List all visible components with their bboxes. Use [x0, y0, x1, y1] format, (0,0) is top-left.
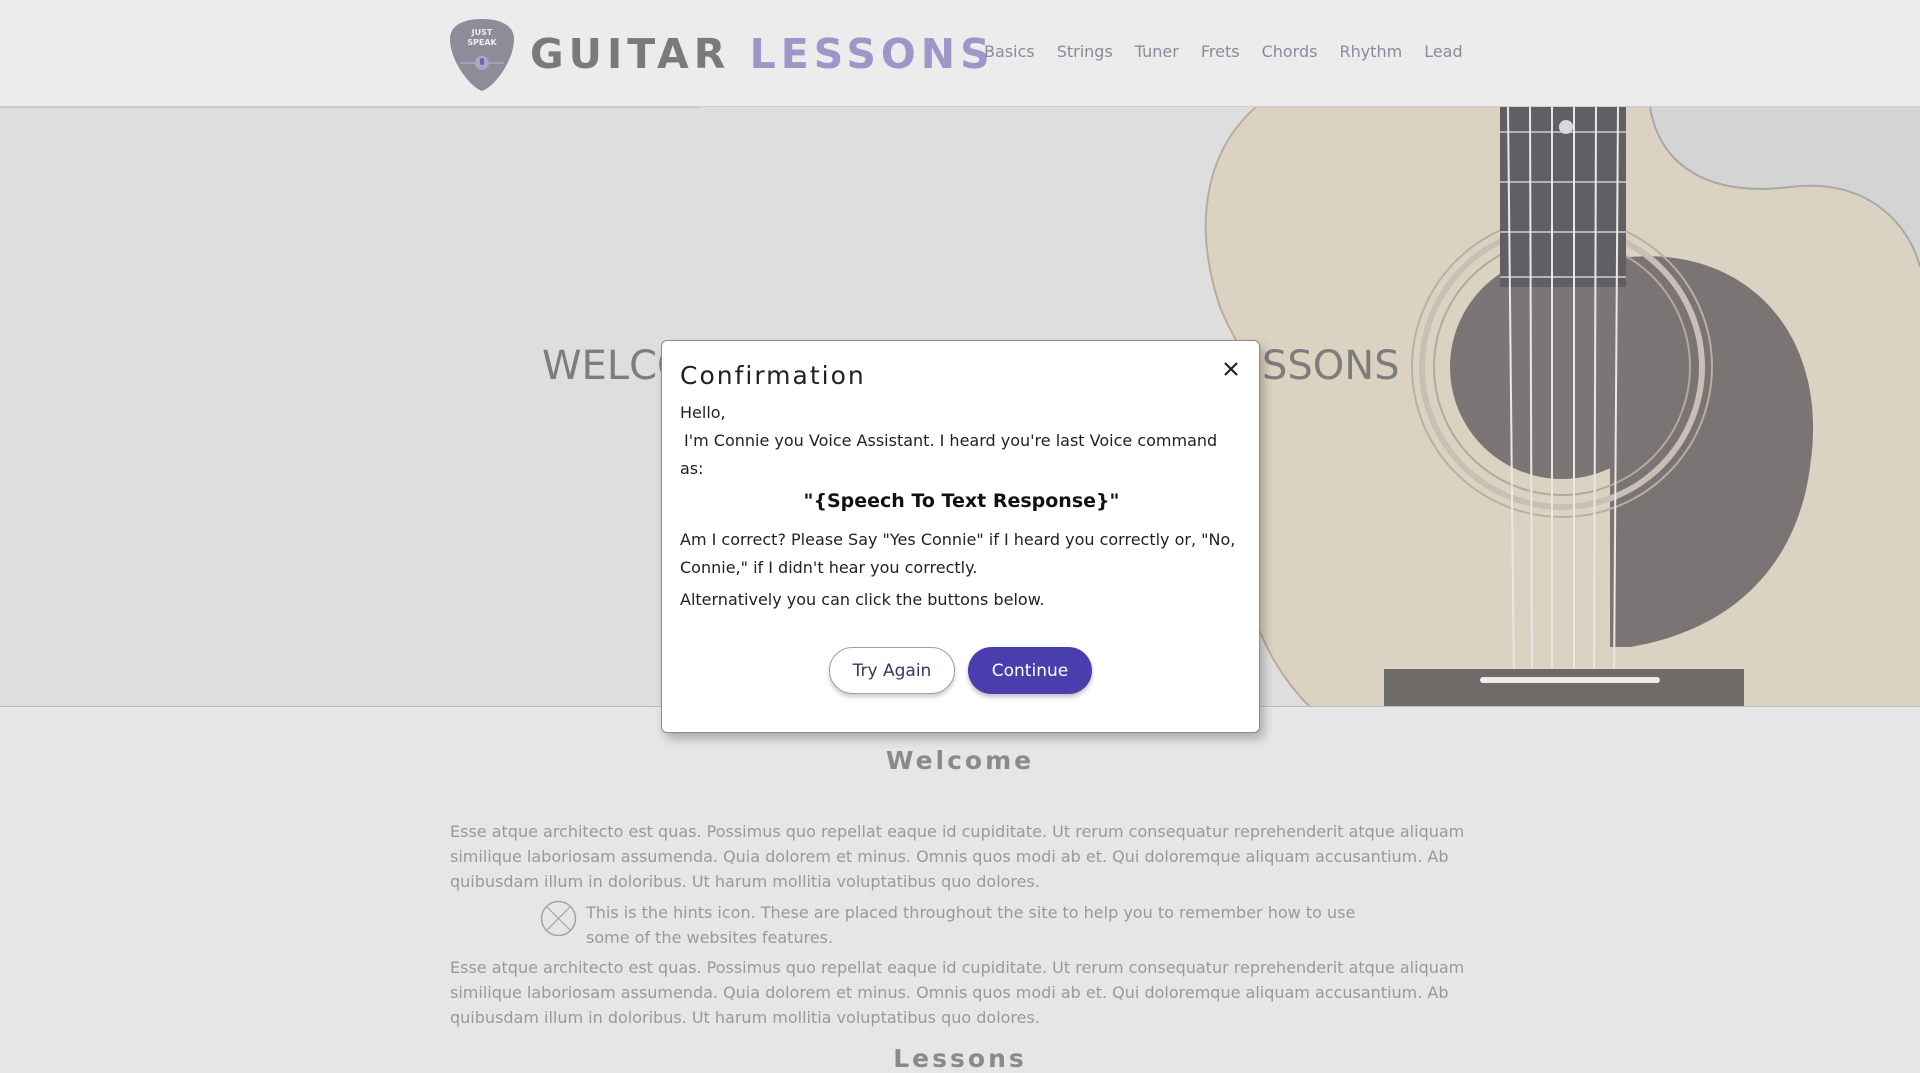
continue-button[interactable]: Continue — [968, 647, 1092, 694]
nav-chords[interactable]: Chords — [1262, 42, 1318, 61]
guitar-image — [1204, 107, 1920, 706]
close-icon[interactable] — [1217, 355, 1245, 383]
brand-part-guitar: GUITAR — [530, 30, 731, 78]
hero-divider — [0, 107, 702, 108]
guitar-pick-logo[interactable]: JUST SPEAK — [448, 17, 516, 93]
hint-text: This is the hints icon. These are placed… — [586, 903, 1356, 947]
lessons-heading: Lessons — [893, 1044, 1027, 1073]
nav-lead[interactable]: Lead — [1424, 42, 1462, 61]
nav-strings[interactable]: Strings — [1057, 42, 1113, 61]
brand-part-lessons: LESSONS — [749, 30, 995, 78]
welcome-section: Welcome Esse atque architecto est quas. … — [0, 708, 1920, 1073]
hint-icon[interactable] — [540, 900, 577, 937]
speech-response: "{Speech To Text Response}" — [803, 490, 1120, 512]
brand-title[interactable]: GUITAR LESSONS — [530, 30, 995, 78]
site-header: JUST SPEAK GUITAR LESSONS Basics Strings… — [0, 0, 1920, 107]
nav-frets[interactable]: Frets — [1201, 42, 1240, 61]
logo-text-line2: SPEAK — [467, 38, 497, 47]
dialog-title: Confirmation — [680, 361, 866, 390]
confirmation-dialog: Confirmation Hello, I'm Connie you Voice… — [661, 340, 1260, 733]
dialog-intro: I'm Connie you Voice Assistant. I heard … — [680, 431, 1218, 478]
try-again-button[interactable]: Try Again — [829, 647, 955, 694]
welcome-heading: Welcome — [885, 746, 1035, 775]
welcome-paragraph-1: Esse atque architecto est quas. Possimus… — [450, 822, 1465, 891]
main-nav: Basics Strings Tuner Frets Chords Rhythm… — [984, 42, 1463, 61]
hero-title-right: SSONS — [1262, 343, 1400, 389]
nav-tuner[interactable]: Tuner — [1135, 42, 1179, 61]
dialog-alternative: Alternatively you can click the buttons … — [680, 590, 1045, 609]
nav-basics[interactable]: Basics — [984, 42, 1035, 61]
welcome-paragraph-2: Esse atque architecto est quas. Possimus… — [450, 958, 1465, 1027]
dialog-question: Am I correct? Please Say "Yes Connie" if… — [680, 530, 1236, 577]
dialog-greeting: Hello, — [680, 403, 726, 422]
nav-rhythm[interactable]: Rhythm — [1339, 42, 1402, 61]
logo-text-line1: JUST — [471, 28, 493, 37]
